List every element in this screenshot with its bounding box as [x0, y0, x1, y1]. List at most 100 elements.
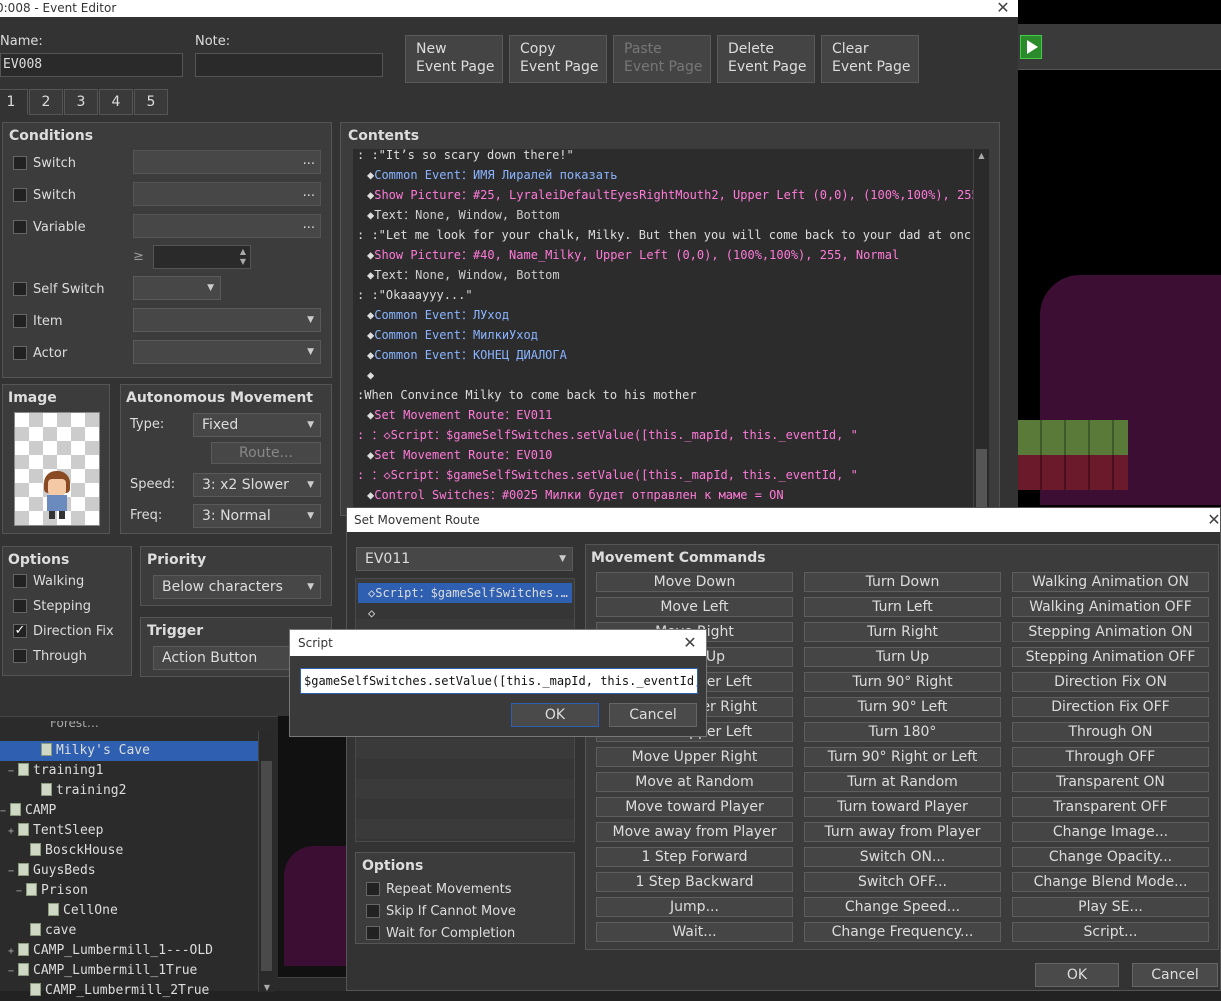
wait-for-completion-checkbox[interactable]: Wait for Completion — [366, 924, 515, 942]
move-cmd-1-step-backward[interactable]: 1 Step Backward — [596, 872, 793, 892]
page-button-3[interactable]: Delete Event Page — [717, 35, 815, 83]
speed-select[interactable]: 3: x2 Slower ▼ — [193, 473, 321, 497]
move-cmd-walking-animation-off[interactable]: Walking Animation OFF — [1012, 597, 1209, 617]
scroll-thumb[interactable] — [261, 761, 272, 971]
spinner-arrows-icon[interactable]: ▲ ▼ — [240, 247, 246, 267]
ellipsis-icon[interactable]: ... — [303, 217, 315, 232]
move-cmd-move-away-from-player[interactable]: Move away from Player — [596, 822, 793, 842]
map-tree-item[interactable]: + CAMP_Lumbermill_1---OLD — [0, 941, 258, 961]
event-command-line[interactable]: ◆Text：None, Window, Bottom — [367, 265, 560, 285]
event-command-line[interactable]: :When Convince Milky to come back to his… — [357, 385, 697, 405]
tab-page-3[interactable]: 3 — [64, 89, 98, 115]
move-cmd-walking-animation-on[interactable]: Walking Animation ON — [1012, 572, 1209, 592]
move-cmd-turn-90-right-or-left[interactable]: Turn 90° Right or Left — [804, 747, 1001, 767]
move-cmd-change-image[interactable]: Change Image... — [1012, 822, 1209, 842]
move-cmd-jump[interactable]: Jump... — [596, 897, 793, 917]
tab-page-1[interactable]: 1 — [0, 89, 28, 115]
target-event-select[interactable]: EV011 ▼ — [356, 547, 573, 571]
checkbox-box[interactable] — [13, 156, 27, 170]
switch2-select[interactable]: ... — [133, 182, 321, 206]
note-input[interactable] — [195, 53, 383, 77]
move-cmd-stepping-animation-off[interactable]: Stepping Animation OFF — [1012, 647, 1209, 667]
event-command-line[interactable]: : ：◇Script：$gameSelfSwitches.setValue([t… — [357, 465, 858, 485]
move-route-ok-button[interactable]: OK — [1035, 963, 1119, 987]
contents-scrollbar[interactable]: ▲ — [973, 149, 989, 515]
event-command-line[interactable]: : :"Okaaayyy..." — [357, 285, 473, 305]
route-command-item[interactable]: ◇Script：$gameSelfSwitches.… — [358, 583, 572, 603]
page-button-1[interactable]: Copy Event Page — [509, 35, 607, 83]
contents-list[interactable]: : :"It’s so scary down there!" ◆Common Ev… — [353, 149, 983, 515]
map-tree-item[interactable]: BosckHouse — [0, 841, 258, 861]
move-cmd-direction-fix-off[interactable]: Direction Fix OFF — [1012, 697, 1209, 717]
event-command-line[interactable]: ◆Show Picture：#25, LyraleiDefaultEyesRig… — [367, 185, 983, 205]
event-command-line[interactable]: ◆Text：None, Window, Bottom — [367, 205, 560, 225]
event-command-line[interactable]: ◆Common Event：МилкиУход — [367, 325, 538, 345]
move-cmd-through-off[interactable]: Through OFF — [1012, 747, 1209, 767]
expand-toggle-icon[interactable]: − — [8, 862, 18, 882]
move-cmd-turn-away-from-player[interactable]: Turn away from Player — [804, 822, 1001, 842]
move-cmd-change-opacity[interactable]: Change Opacity... — [1012, 847, 1209, 867]
move-cmd-move-left[interactable]: Move Left — [596, 597, 793, 617]
move-cmd-move-at-random[interactable]: Move at Random — [596, 772, 793, 792]
direction-fix-checkbox[interactable]: ✓ Direction Fix — [13, 622, 114, 640]
checkmark-icon[interactable]: ✓ — [13, 624, 27, 638]
tab-page-2[interactable]: 2 — [29, 89, 63, 115]
move-cmd-stepping-animation-on[interactable]: Stepping Animation ON — [1012, 622, 1209, 642]
close-icon[interactable]: ✕ — [680, 635, 700, 652]
move-cmd-play-se[interactable]: Play SE... — [1012, 897, 1209, 917]
move-cmd-change-speed[interactable]: Change Speed... — [804, 897, 1001, 917]
switch1-checkbox[interactable]: Switch — [13, 154, 76, 172]
move-cmd-turn-180[interactable]: Turn 180° — [804, 722, 1001, 742]
tab-page-4[interactable]: 4 — [99, 89, 133, 115]
script-input[interactable]: $gameSelfSwitches.setValue([this._mapId,… — [300, 668, 698, 694]
actor-checkbox[interactable]: Actor — [13, 344, 67, 362]
item-checkbox[interactable]: Item — [13, 312, 63, 330]
walking-checkbox[interactable]: Walking — [13, 572, 84, 590]
item-select[interactable]: ▼ — [133, 308, 321, 332]
close-icon[interactable]: ✕ — [1204, 512, 1221, 529]
expand-toggle-icon[interactable]: − — [8, 962, 18, 982]
route-button[interactable]: Route... — [211, 442, 321, 464]
stepping-checkbox[interactable]: Stepping — [13, 597, 91, 615]
map-tree-item[interactable]: CellOne — [0, 901, 258, 921]
tab-page-5[interactable]: 5 — [134, 89, 168, 115]
expand-toggle-icon[interactable]: − — [16, 882, 26, 902]
map-tree-item[interactable]: CAMP_Lumbermill_2True — [0, 981, 258, 1001]
self-switch-select[interactable]: ▼ — [133, 276, 221, 300]
map-tree-item[interactable]: − CAMP — [0, 801, 258, 821]
move-cmd-switch-off[interactable]: Switch OFF... — [804, 872, 1001, 892]
script-ok-button[interactable]: OK — [511, 703, 599, 727]
move-cmd-wait[interactable]: Wait... — [596, 922, 793, 942]
move-cmd-turn-at-random[interactable]: Turn at Random — [804, 772, 1001, 792]
map-tree-scrollbar[interactable]: ▼ — [258, 731, 274, 992]
move-cmd-change-blend-mode[interactable]: Change Blend Mode... — [1012, 872, 1209, 892]
event-command-line[interactable]: : :"Let me look for your chalk, Milky. B… — [357, 225, 971, 245]
event-command-line[interactable]: ◆Common Event：КОНЕЦ ДИАЛОГА — [367, 345, 567, 365]
scroll-up-icon[interactable]: ▲ — [974, 149, 989, 163]
move-cmd-direction-fix-on[interactable]: Direction Fix ON — [1012, 672, 1209, 692]
move-cmd-turn-90-right[interactable]: Turn 90° Right — [804, 672, 1001, 692]
switch2-checkbox[interactable]: Switch — [13, 186, 76, 204]
map-tree-item[interactable]: + TentSleep — [0, 821, 258, 841]
event-command-line[interactable]: ◆Show Picture：#40, Name_Milky, Upper Lef… — [367, 245, 899, 265]
map-tree-item[interactable]: cave — [0, 921, 258, 941]
move-cmd-turn-up[interactable]: Turn Up — [804, 647, 1001, 667]
move-cmd-script[interactable]: Script... — [1012, 922, 1209, 942]
event-command-line[interactable]: ◆ — [367, 365, 374, 385]
map-tree-item[interactable]: training2 — [0, 781, 258, 801]
move-cmd-move-upper-right[interactable]: Move Upper Right — [596, 747, 793, 767]
event-command-line[interactable]: ◆Common Event：ЛУход — [367, 305, 509, 325]
event-command-line[interactable]: ◆Set Movement Route：EV011 — [367, 405, 552, 425]
priority-select[interactable]: Below characters ▼ — [153, 575, 321, 599]
move-route-cancel-button[interactable]: Cancel — [1132, 963, 1218, 987]
scroll-thumb[interactable] — [976, 449, 987, 509]
page-button-0[interactable]: New Event Page — [405, 35, 503, 83]
move-cmd-transparent-off[interactable]: Transparent OFF — [1012, 797, 1209, 817]
event-command-line[interactable]: ◆Control Switches：#0025 Милки будет отпр… — [367, 485, 784, 505]
event-command-line[interactable]: : ：◇Script：$gameSelfSwitches.setValue([t… — [357, 425, 858, 445]
map-tree-item[interactable]: − GuysBeds — [0, 861, 258, 881]
expand-toggle-icon[interactable]: − — [8, 762, 18, 782]
move-cmd-through-on[interactable]: Through ON — [1012, 722, 1209, 742]
variable-value-spinner[interactable]: ▲ ▼ — [153, 245, 251, 269]
page-button-4[interactable]: Clear Event Page — [821, 35, 919, 83]
